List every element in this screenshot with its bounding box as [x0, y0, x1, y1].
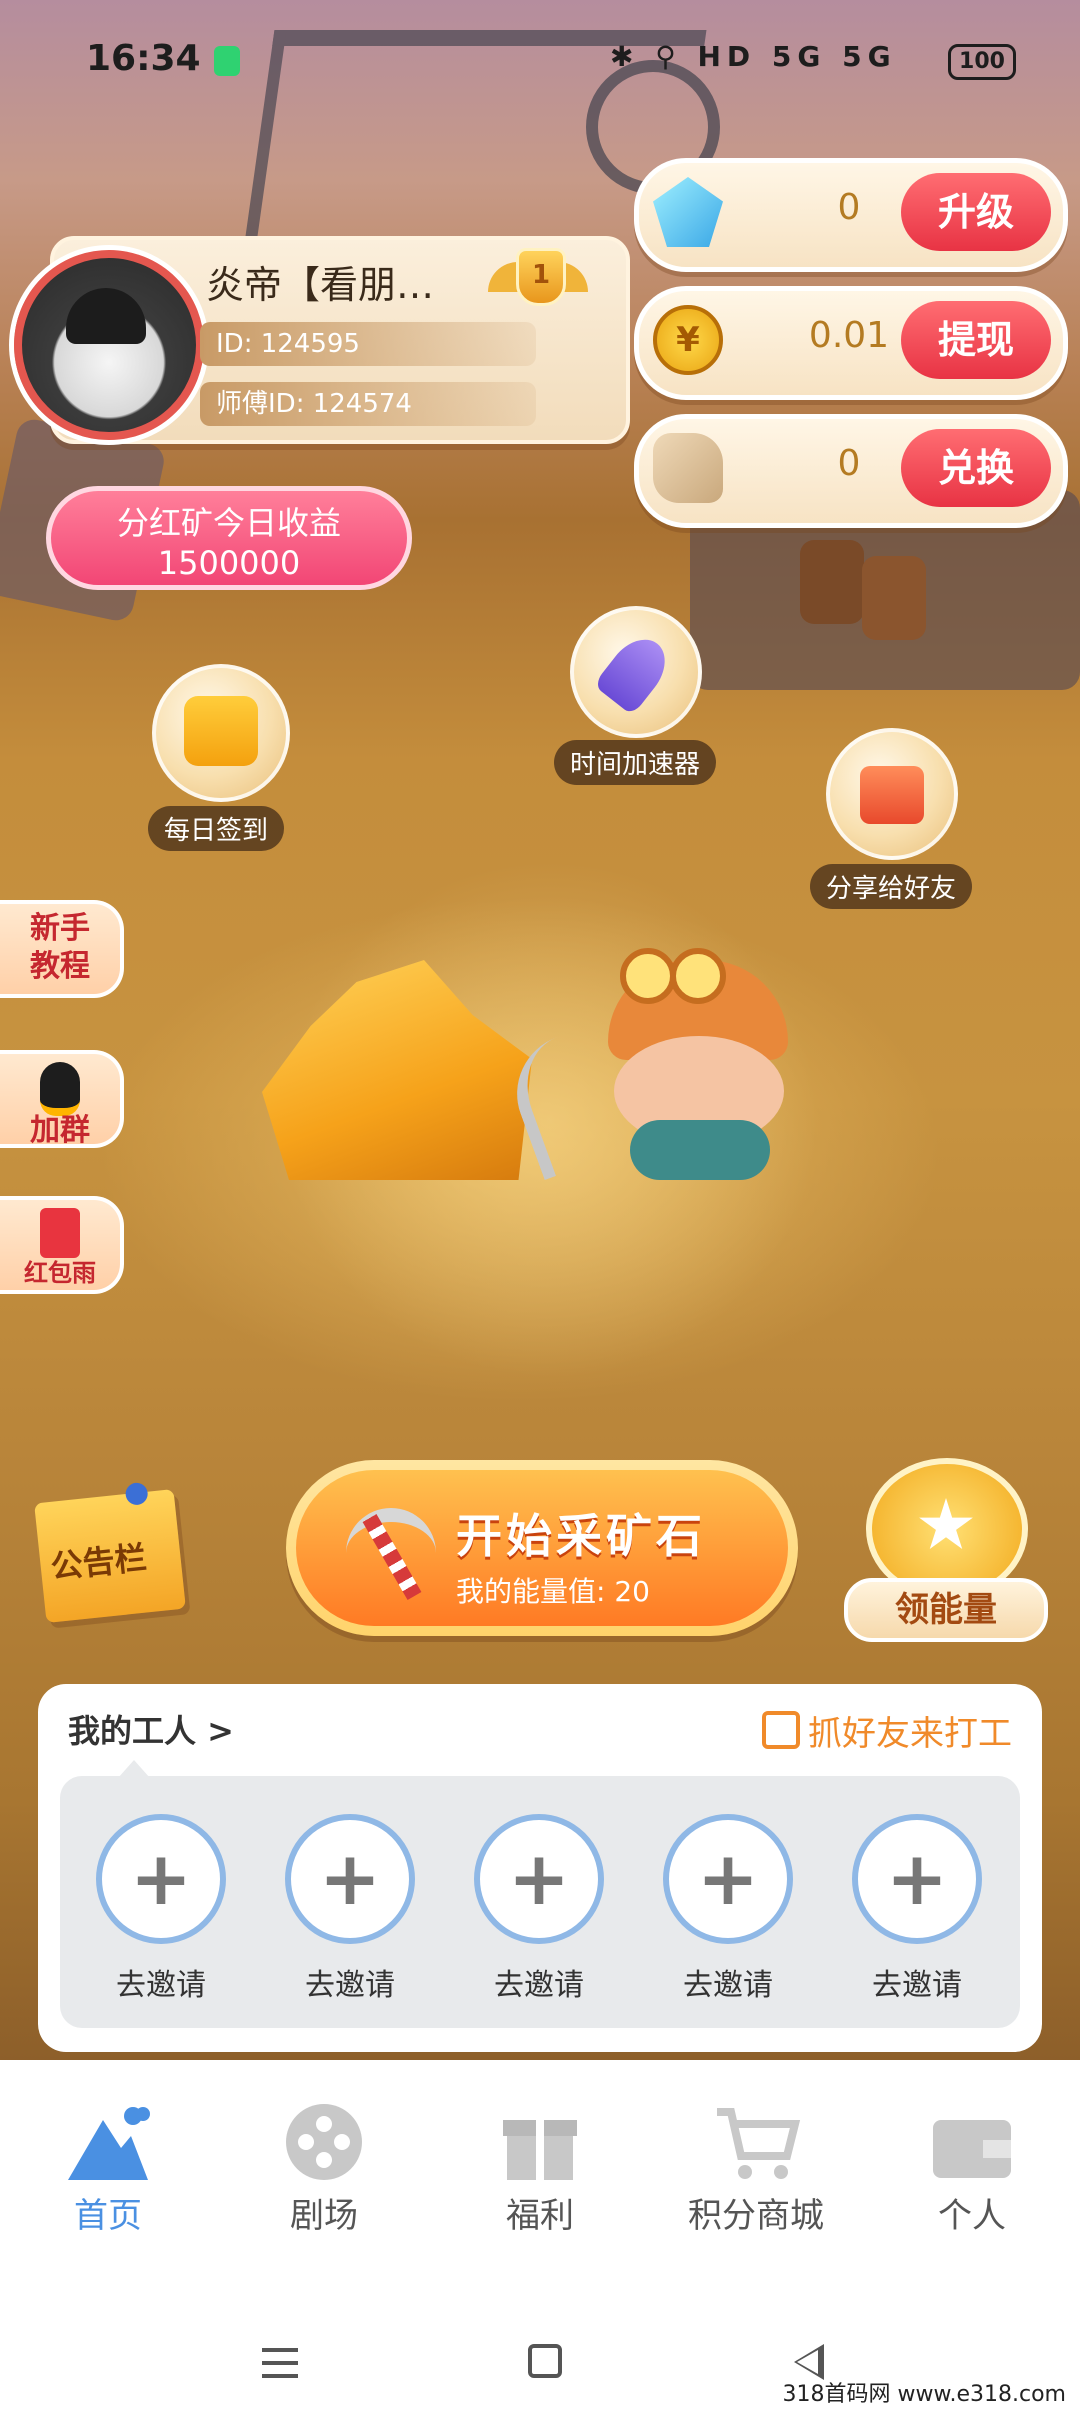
rocket-icon — [593, 628, 677, 716]
barrel-right — [862, 556, 926, 640]
red-envelope-label: 红包雨 — [24, 1259, 96, 1287]
tab-profile-label: 个人 — [938, 2196, 1006, 2236]
gift-box-icon — [860, 766, 924, 824]
level-badge: 1 — [488, 248, 588, 314]
invite-label-2: 去邀请 — [305, 1968, 395, 2003]
join-group-label: 加群 — [30, 1113, 90, 1148]
gem-icon — [653, 177, 723, 247]
upgrade-button[interactable]: 升级 — [901, 173, 1051, 251]
red-envelope-rain-button[interactable]: 红包雨 — [0, 1196, 124, 1294]
plus-icon: + — [885, 1836, 948, 1922]
level-shield-icon: 1 — [516, 248, 566, 306]
master-id: 师傅ID: 124574 — [200, 382, 536, 426]
worker-slot-5[interactable]: + — [852, 1814, 982, 1944]
status-time: 16:34 — [86, 38, 201, 79]
join-group-button[interactable]: 加群 — [0, 1050, 124, 1148]
watermark: 318首码网 www.e318.com — [782, 2382, 1066, 2407]
start-mining-inner: 开始采矿石 我的能量值: 20 — [296, 1470, 788, 1626]
currency-gems: 0 升级 — [634, 158, 1068, 272]
tab-theater[interactable]: 剧场 — [216, 2100, 432, 2237]
earnings-value: 1500000 — [157, 544, 301, 582]
qq-penguin-icon — [40, 1062, 80, 1116]
tutorial-button[interactable]: 新手 教程 — [0, 900, 124, 998]
collect-energy-label[interactable]: 领能量 — [844, 1578, 1048, 1642]
invite-friends-link[interactable]: 抓好友来打工 — [762, 1706, 1012, 1755]
currency-cash: ¥ 0.01 提现 — [634, 286, 1068, 400]
plus-icon: + — [318, 1836, 381, 1922]
worker-slot-4[interactable]: + — [663, 1814, 793, 1944]
exchange-button[interactable]: 兑换 — [901, 429, 1051, 507]
battery-saver-icon — [214, 46, 240, 76]
plus-icon: + — [696, 1836, 759, 1922]
avatar[interactable] — [14, 250, 204, 440]
tab-points-mall[interactable]: 积分商城 — [648, 2100, 864, 2237]
tutorial-label: 新手 教程 — [30, 911, 90, 984]
share-label: 分享给好友 — [810, 864, 973, 909]
start-mining-button[interactable]: 开始采矿石 我的能量值: 20 — [286, 1460, 798, 1636]
earnings-label: 分红矿今日收益 — [116, 504, 341, 542]
stone-icon — [653, 433, 723, 503]
checkin-label: 每日签到 — [148, 806, 285, 851]
system-nav-bar: 318首码网 www.e318.com — [0, 2300, 1080, 2412]
withdraw-button[interactable]: 提现 — [901, 301, 1051, 379]
tab-welfare[interactable]: 福利 — [432, 2100, 648, 2237]
invite-label-4: 去邀请 — [683, 1968, 773, 2003]
battery-icon: 100 — [948, 44, 1016, 80]
notice-board[interactable]: 公告栏 — [34, 1481, 186, 1623]
invite-label-1: 去邀请 — [116, 1968, 206, 2003]
tab-home-label: 首页 — [74, 2196, 142, 2236]
miner-character — [590, 940, 810, 1190]
user-id: ID: 124595 — [200, 322, 536, 366]
checkin-button[interactable] — [152, 664, 290, 802]
status-bar: 16:34 ✱ ⚲ HD 5G 5G 100 — [0, 0, 1080, 120]
back-triangle-inner — [797, 2350, 818, 2374]
start-mining-title: 开始采矿石 — [456, 1509, 706, 1563]
pickaxe-icon — [346, 1500, 436, 1600]
invite-label-3: 去邀请 — [494, 1968, 584, 2003]
mountain-icon — [68, 2107, 150, 2180]
energy-row: 我的能量值: 20 — [456, 1570, 650, 1610]
workers-panel: 我的工人 > 抓好友来打工 + + + + + 去邀请 去邀请 去邀请 去邀请 … — [38, 1684, 1042, 2052]
currency-stone: 0 兑换 — [634, 414, 1068, 528]
red-envelope-icon — [40, 1208, 80, 1258]
status-icons: ✱ ⚲ HD 5G 5G — [610, 40, 897, 73]
energy-value: 20 — [614, 1575, 650, 1608]
accelerator-button[interactable] — [570, 606, 702, 738]
tab-welfare-label: 福利 — [506, 2196, 574, 2236]
worker-slots: + + + + + 去邀请 去邀请 去邀请 去邀请 去邀请 — [60, 1776, 1020, 2028]
tab-points-mall-label: 积分商城 — [688, 2196, 824, 2236]
level-number: 1 — [531, 260, 551, 290]
tab-profile[interactable]: 个人 — [864, 2100, 1080, 2237]
home-square-icon[interactable] — [528, 2344, 562, 2378]
user-name: 炎帝【看朋… — [206, 263, 435, 307]
tab-home[interactable]: 首页 — [0, 2100, 216, 2237]
barrel-left — [800, 540, 864, 624]
accelerator-label: 时间加速器 — [554, 740, 717, 785]
menu-icon[interactable] — [262, 2348, 298, 2378]
notice-board-label: 公告栏 — [48, 1538, 149, 1587]
film-reel-icon — [286, 2104, 362, 2180]
invite-friends-label: 抓好友来打工 — [808, 1714, 1012, 1754]
worker-slot-2[interactable]: + — [285, 1814, 415, 1944]
worker-slot-3[interactable]: + — [474, 1814, 604, 1944]
invite-label-5: 去邀请 — [872, 1968, 962, 2003]
wallet-icon — [933, 2120, 1011, 2178]
gift-icon — [503, 2120, 577, 2180]
worker-slot-1[interactable]: + — [96, 1814, 226, 1944]
plus-icon: + — [129, 1836, 192, 1922]
star-icon — [919, 1498, 973, 1549]
my-workers-link[interactable]: 我的工人 > — [68, 1706, 234, 1752]
share-button[interactable] — [826, 728, 958, 860]
energy-label: 我的能量值: — [456, 1575, 615, 1608]
yuan-coin-icon: ¥ — [653, 305, 723, 375]
tab-theater-label: 剧场 — [290, 2196, 358, 2236]
plus-icon: + — [507, 1836, 570, 1922]
dividend-earnings-badge[interactable]: 分红矿今日收益 1500000 — [46, 486, 412, 590]
share-arrow-icon — [762, 1711, 800, 1749]
calendar-icon — [184, 696, 258, 766]
cart-icon — [717, 2108, 801, 2179]
